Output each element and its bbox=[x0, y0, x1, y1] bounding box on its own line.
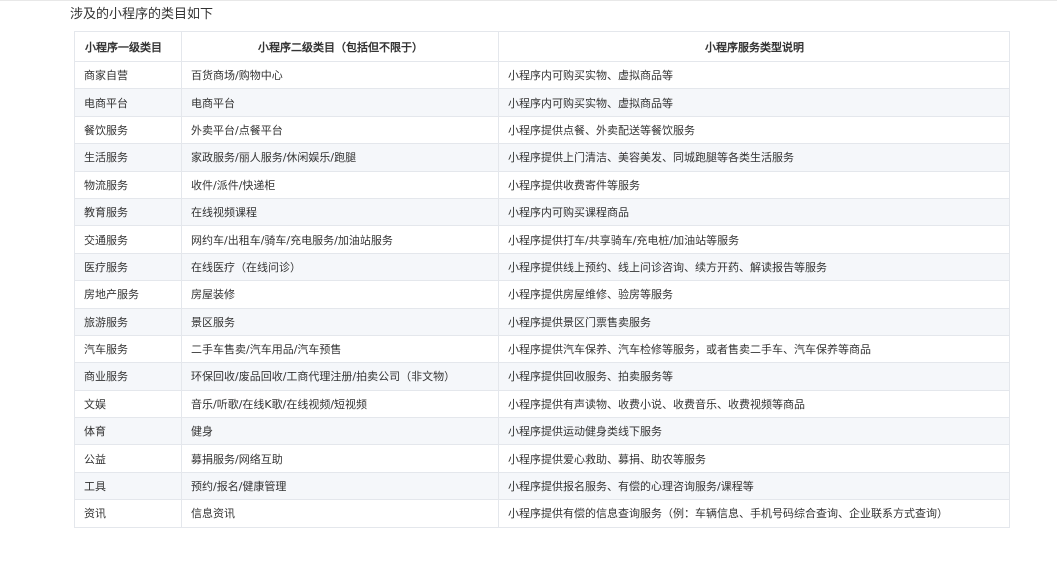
primary-category-cell: 公益 bbox=[74, 444, 182, 473]
primary-category-cell: 文娱 bbox=[74, 389, 182, 419]
primary-category-cell: 房地产服务 bbox=[74, 280, 182, 309]
category-table: 小程序一级类目 小程序二级类目（包括但不限于） 小程序服务类型说明 商家自营 百货… bbox=[74, 31, 1010, 528]
top-divider bbox=[0, 0, 1057, 1]
secondary-category-cell: 环保回收/废品回收/工商代理注册/拍卖公司（非文物） bbox=[181, 362, 499, 391]
secondary-category-cell: 在线视频课程 bbox=[181, 197, 499, 227]
service-description-cell: 小程序提供线上预约、线上问诊咨询、续方开药、解读报告等服务 bbox=[498, 252, 1010, 282]
header-service-description: 小程序服务类型说明 bbox=[498, 31, 1010, 62]
service-description-cell: 小程序内可购买课程商品 bbox=[498, 197, 1010, 227]
primary-category-cell: 汽车服务 bbox=[74, 334, 182, 364]
secondary-category-cell: 电商平台 bbox=[181, 88, 499, 117]
secondary-category-cell: 信息资讯 bbox=[181, 499, 499, 528]
header-primary-category: 小程序一级类目 bbox=[74, 31, 182, 62]
service-description-cell: 小程序提供有偿的信息查询服务（例：车辆信息、手机号码综合查询、企业联系方式查询） bbox=[498, 499, 1010, 528]
secondary-category-cell: 健身 bbox=[181, 417, 499, 446]
secondary-category-cell: 房屋装修 bbox=[181, 280, 499, 309]
table-row: 生活服务 家政服务/丽人服务/休闲娱乐/跑腿 小程序提供上门清洁、美容美发、同城跑腿… bbox=[74, 143, 1010, 172]
secondary-category-cell: 二手车售卖/汽车用品/汽车预售 bbox=[181, 334, 499, 364]
table-row: 交通服务 网约车/出租车/骑车/充电服务/加油站服务 小程序提供打车/共享骑车/充电… bbox=[74, 225, 1010, 254]
service-description-cell: 小程序提供景区门票售卖服务 bbox=[498, 307, 1010, 336]
secondary-category-cell: 募捐服务/网络互助 bbox=[181, 444, 499, 473]
table-row: 物流服务 收件/派件/快递柜 小程序提供收费寄件等服务 bbox=[74, 170, 1010, 199]
primary-category-cell: 医疗服务 bbox=[74, 252, 182, 282]
table-row: 房地产服务 房屋装修 小程序提供房屋维修、验房等服务 bbox=[74, 280, 1010, 309]
secondary-category-cell: 音乐/听歌/在线K歌/在线视频/短视频 bbox=[181, 389, 499, 419]
table-row: 商业服务 环保回收/废品回收/工商代理注册/拍卖公司（非文物） 小程序提供回收服务、… bbox=[74, 362, 1010, 391]
table-row: 商家自营 百货商场/购物中心 小程序内可购买实物、虚拟商品等 bbox=[74, 60, 1010, 90]
table-row: 医疗服务 在线医疗（在线问诊） 小程序提供线上预约、线上问诊咨询、续方开药、解读报告… bbox=[74, 252, 1010, 282]
table-row: 体育 健身 小程序提供运动健身类线下服务 bbox=[74, 417, 1010, 446]
secondary-category-cell: 在线医疗（在线问诊） bbox=[181, 252, 499, 282]
primary-category-cell: 交通服务 bbox=[74, 225, 182, 254]
primary-category-cell: 餐饮服务 bbox=[74, 115, 182, 145]
service-description-cell: 小程序内可购买实物、虚拟商品等 bbox=[498, 60, 1010, 90]
table-row: 旅游服务 景区服务 小程序提供景区门票售卖服务 bbox=[74, 307, 1010, 336]
primary-category-cell: 教育服务 bbox=[74, 197, 182, 227]
header-secondary-category: 小程序二级类目（包括但不限于） bbox=[181, 31, 499, 62]
primary-category-cell: 生活服务 bbox=[74, 143, 182, 172]
service-description-cell: 小程序提供回收服务、拍卖服务等 bbox=[498, 362, 1010, 391]
primary-category-cell: 物流服务 bbox=[74, 170, 182, 199]
primary-category-cell: 体育 bbox=[74, 417, 182, 446]
secondary-category-cell: 预约/报名/健康管理 bbox=[181, 471, 499, 501]
service-description-cell: 小程序提供有声读物、收费小说、收费音乐、收费视频等商品 bbox=[498, 389, 1010, 419]
table-row: 资讯 信息资讯 小程序提供有偿的信息查询服务（例：车辆信息、手机号码综合查询、企业联… bbox=[74, 499, 1010, 528]
primary-category-cell: 工具 bbox=[74, 471, 182, 501]
table-body: 商家自营 百货商场/购物中心 小程序内可购买实物、虚拟商品等 电商平台 电商平台 小程序内… bbox=[74, 60, 1010, 528]
secondary-category-cell: 百货商场/购物中心 bbox=[181, 60, 499, 90]
page: 涉及的小程序的类目如下 小程序一级类目 小程序二级类目（包括但不限于） 小程序服… bbox=[0, 0, 1057, 584]
table-row: 工具 预约/报名/健康管理 小程序提供报名服务、有偿的心理咨询服务/课程等 bbox=[74, 471, 1010, 501]
secondary-category-cell: 收件/派件/快递柜 bbox=[181, 170, 499, 199]
service-description-cell: 小程序提供收费寄件等服务 bbox=[498, 170, 1010, 199]
intro-text: 涉及的小程序的类目如下 bbox=[70, 7, 214, 22]
service-description-cell: 小程序提供爱心救助、募捐、助农等服务 bbox=[498, 444, 1010, 473]
service-description-cell: 小程序提供房屋维修、验房等服务 bbox=[498, 280, 1010, 309]
table-row: 电商平台 电商平台 小程序内可购买实物、虚拟商品等 bbox=[74, 88, 1010, 117]
table-row: 餐饮服务 外卖平台/点餐平台 小程序提供点餐、外卖配送等餐饮服务 bbox=[74, 115, 1010, 145]
primary-category-cell: 商家自营 bbox=[74, 60, 182, 90]
service-description-cell: 小程序提供上门清洁、美容美发、同城跑腿等各类生活服务 bbox=[498, 143, 1010, 172]
table-header-row: 小程序一级类目 小程序二级类目（包括但不限于） 小程序服务类型说明 bbox=[74, 31, 1010, 62]
table-row: 教育服务 在线视频课程 小程序内可购买课程商品 bbox=[74, 197, 1010, 227]
secondary-category-cell: 家政服务/丽人服务/休闲娱乐/跑腿 bbox=[181, 143, 499, 172]
service-description-cell: 小程序提供打车/共享骑车/充电桩/加油站等服务 bbox=[498, 225, 1010, 254]
table-row: 公益 募捐服务/网络互助 小程序提供爱心救助、募捐、助农等服务 bbox=[74, 444, 1010, 473]
primary-category-cell: 电商平台 bbox=[74, 88, 182, 117]
secondary-category-cell: 景区服务 bbox=[181, 307, 499, 336]
primary-category-cell: 旅游服务 bbox=[74, 307, 182, 336]
table-row: 汽车服务 二手车售卖/汽车用品/汽车预售 小程序提供汽车保养、汽车检修等服务，或者售… bbox=[74, 334, 1010, 364]
service-description-cell: 小程序提供汽车保养、汽车检修等服务，或者售卖二手车、汽车保养等商品 bbox=[498, 334, 1010, 364]
service-description-cell: 小程序提供点餐、外卖配送等餐饮服务 bbox=[498, 115, 1010, 145]
service-description-cell: 小程序提供运动健身类线下服务 bbox=[498, 417, 1010, 446]
service-description-cell: 小程序内可购买实物、虚拟商品等 bbox=[498, 88, 1010, 117]
table-row: 文娱 音乐/听歌/在线K歌/在线视频/短视频 小程序提供有声读物、收费小说、收费音乐… bbox=[74, 389, 1010, 419]
primary-category-cell: 商业服务 bbox=[74, 362, 182, 391]
secondary-category-cell: 网约车/出租车/骑车/充电服务/加油站服务 bbox=[181, 225, 499, 254]
service-description-cell: 小程序提供报名服务、有偿的心理咨询服务/课程等 bbox=[498, 471, 1010, 501]
primary-category-cell: 资讯 bbox=[74, 499, 182, 528]
secondary-category-cell: 外卖平台/点餐平台 bbox=[181, 115, 499, 145]
